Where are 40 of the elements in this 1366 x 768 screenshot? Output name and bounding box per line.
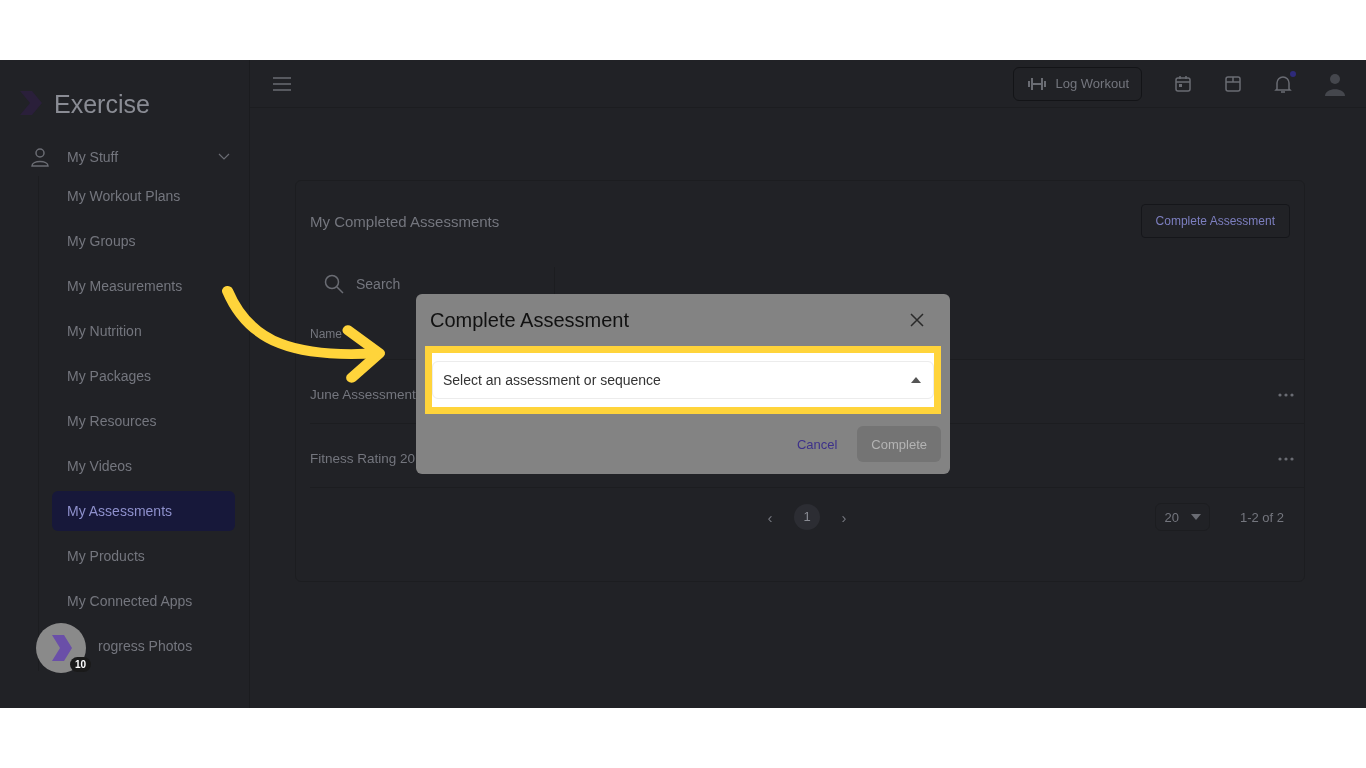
sidebar-item[interactable]: rogress Photos [98, 626, 228, 666]
sidebar-item[interactable]: My Assessments [52, 491, 235, 531]
person-icon [30, 147, 50, 167]
caret-icon [1190, 514, 1201, 520]
card-title: My Completed Assessments [310, 212, 500, 230]
more-icon[interactable] [1278, 456, 1294, 461]
previous-page-button[interactable]: ‹ [760, 508, 780, 526]
sidebar-item[interactable]: My Packages [52, 356, 235, 396]
sidebar-item[interactable]: My Workout Plans [52, 176, 235, 216]
avatar-icon[interactable] [1324, 71, 1346, 96]
sidebar-item[interactable]: My Nutrition [52, 311, 235, 351]
complete-assessment-button[interactable]: Complete Assessment [1140, 204, 1290, 238]
sidebar-item[interactable]: My Products [52, 536, 235, 576]
sidebar-group[interactable]: My Stuff [30, 144, 230, 170]
more-icon[interactable] [1278, 392, 1294, 397]
next-page-button[interactable]: › [834, 508, 854, 526]
table-cell: Fitness Rating 20 [310, 451, 416, 466]
bell-icon[interactable] [1274, 73, 1292, 94]
menu-icon[interactable] [273, 76, 291, 91]
sidebar-item[interactable]: My Videos [52, 446, 235, 486]
brand-name: Exercise [54, 89, 150, 119]
sidebar-item[interactable]: My Connected Apps [52, 581, 235, 621]
table-cell: June Assessment [310, 387, 416, 402]
dumbbell-icon [1025, 75, 1048, 92]
search-icon [324, 274, 344, 294]
log-workout-button[interactable]: Log Workout [1012, 66, 1142, 101]
page-number[interactable]: 1 [794, 504, 820, 530]
search-input[interactable]: Search [354, 275, 538, 293]
column-header: Name [310, 327, 342, 341]
box-icon[interactable] [1224, 74, 1242, 93]
sidebar-item[interactable]: My Measurements [52, 266, 235, 306]
assessment-select[interactable]: Select an assessment or sequence [432, 361, 934, 399]
sidebar-item[interactable]: My Groups [52, 221, 235, 261]
dialog-title: Complete Assessment [430, 308, 629, 332]
sidebar-item[interactable]: My Resources [52, 401, 235, 441]
calendar-icon[interactable] [1174, 74, 1192, 93]
page-size-select[interactable]: 20 [1155, 503, 1210, 531]
page-range: 1-2 of 2 [1239, 509, 1284, 525]
cancel-button[interactable]: Cancel [790, 435, 844, 453]
close-icon[interactable] [910, 313, 924, 327]
